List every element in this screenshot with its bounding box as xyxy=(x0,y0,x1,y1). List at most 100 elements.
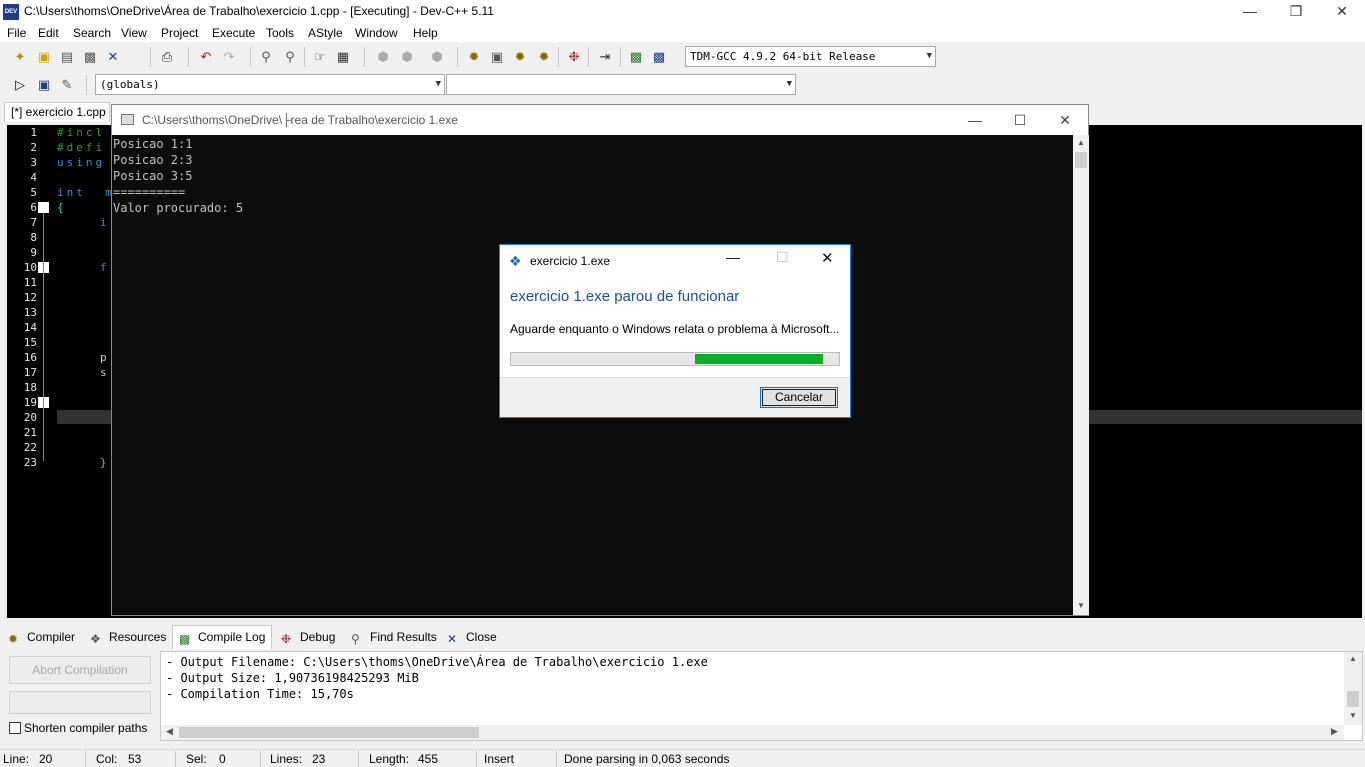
find-icon: ⚲ xyxy=(351,632,360,646)
goto-line-icon[interactable]: ☞ xyxy=(311,48,329,65)
line-number: 5 xyxy=(30,186,37,199)
menu-edit[interactable]: Edit xyxy=(38,26,59,40)
dialog-maximize-button[interactable]: ☐ xyxy=(776,249,789,266)
run-icon[interactable]: ▣ xyxy=(488,48,506,65)
status-length-value: 455 xyxy=(418,752,439,766)
status-bar: Line: 20 Col: 53 Sel: 0 Lines: 23 Length… xyxy=(0,749,1365,767)
dialog-close-button[interactable]: ✕ xyxy=(821,249,834,267)
debug-icon[interactable]: ❉ xyxy=(565,48,583,65)
checkbox-box[interactable] xyxy=(9,722,21,734)
profile-icon[interactable]: ⇥ xyxy=(596,48,614,65)
log-hscrollbar[interactable]: ◀ ▶ xyxy=(161,725,1344,740)
tab-find-results[interactable]: ⚲ Find Results xyxy=(351,627,437,648)
paint-icon[interactable]: ✎ xyxy=(58,76,76,93)
line-number: 12 xyxy=(23,291,37,304)
bookmark-icon[interactable]: ⬢ xyxy=(374,48,392,65)
menu-project[interactable]: Project xyxy=(161,26,198,40)
dialog-minimize-button[interactable]: — xyxy=(726,249,740,265)
console-maximize-button[interactable]: ☐ xyxy=(997,105,1043,135)
tab-compiler[interactable]: ✹ Compiler xyxy=(8,627,75,648)
console-close-button[interactable]: ✕ xyxy=(1042,105,1088,135)
console-output-line: ========== xyxy=(113,185,186,199)
close-file-icon[interactable]: ✕ xyxy=(104,48,122,65)
scroll-thumb[interactable] xyxy=(1347,691,1359,707)
code-line-6: { xyxy=(57,201,67,214)
scroll-left-icon[interactable]: ◀ xyxy=(166,726,173,737)
open-folder-icon[interactable]: ▣ xyxy=(35,48,53,65)
replace-icon[interactable]: ⚲ xyxy=(281,48,299,65)
progress-bar xyxy=(510,352,840,366)
code-line-2: #defi xyxy=(57,141,106,154)
menu-astyle[interactable]: AStyle xyxy=(308,26,343,40)
console-minimize-button[interactable]: — xyxy=(952,105,998,135)
scope-select[interactable]: (globals) ▼ xyxy=(95,74,445,95)
code-line-16: p xyxy=(100,351,110,364)
status-lines-label: Lines: xyxy=(270,752,303,766)
fold-toggle[interactable] xyxy=(38,202,49,213)
bookmark-prev-icon[interactable]: ⬢ xyxy=(428,48,446,65)
abort-compilation-button[interactable]: Abort Compilation xyxy=(9,656,151,684)
stop-icon[interactable]: ▩ xyxy=(650,48,668,65)
scroll-right-icon[interactable]: ▶ xyxy=(1331,726,1338,737)
compile-run-icon[interactable]: ✹ xyxy=(511,48,529,65)
save-icon[interactable]: ▤ xyxy=(58,48,76,65)
check-syntax-icon[interactable]: ▩ xyxy=(627,48,645,65)
save-all-icon[interactable]: ▩ xyxy=(81,48,99,65)
book-icon[interactable]: ▣ xyxy=(35,76,53,93)
menu-bar: File Edit Search View Project Execute To… xyxy=(0,24,1365,42)
cancel-button[interactable]: Cancelar xyxy=(760,387,838,408)
shorten-paths-checkbox[interactable]: Shorten compiler paths xyxy=(9,721,147,735)
status-lines-value: 23 xyxy=(312,752,326,766)
scroll-up-icon[interactable]: ▲ xyxy=(1349,654,1357,663)
menu-tools[interactable]: Tools xyxy=(266,26,294,40)
tab-close[interactable]: ✕ Close xyxy=(447,627,497,648)
line-number: 18 xyxy=(23,381,37,394)
line-number: 6 xyxy=(30,201,37,214)
menu-help[interactable]: Help xyxy=(413,26,438,40)
log-vscrollbar[interactable]: ▲ ▼ xyxy=(1344,652,1362,725)
rebuild-icon[interactable]: ✹ xyxy=(535,48,553,65)
line-number: 21 xyxy=(23,426,37,439)
line-number: 16 xyxy=(23,351,37,364)
undo-icon[interactable]: ↶ xyxy=(197,48,215,65)
dialog-title: exercicio 1.exe xyxy=(530,254,611,268)
menu-view[interactable]: View xyxy=(121,26,147,40)
compile-icon[interactable]: ✹ xyxy=(465,48,483,65)
compiler-select[interactable]: TDM-GCC 4.9.2 64-bit Release ▼ xyxy=(685,46,936,67)
restore-button[interactable]: ❐ xyxy=(1273,0,1319,24)
line-number: 14 xyxy=(23,321,37,334)
member-select[interactable]: ▼ xyxy=(446,74,796,95)
scroll-down-icon[interactable]: ▼ xyxy=(1077,601,1085,610)
error-dialog[interactable]: ❖ exercicio 1.exe — ☐ ✕ exercicio 1.exe … xyxy=(499,244,851,418)
tab-resources[interactable]: ❖ Resources xyxy=(90,627,166,648)
log-line: - Compilation Time: 15,70s xyxy=(166,687,354,701)
menu-execute[interactable]: Execute xyxy=(212,26,255,40)
console-scrollbar[interactable]: ▲ ▼ xyxy=(1073,135,1089,615)
play-icon[interactable]: ▷ xyxy=(11,76,29,93)
tab-label: Resources xyxy=(109,630,167,644)
line-number: 19 xyxy=(23,396,37,409)
scroll-thumb[interactable] xyxy=(1075,152,1087,168)
minimize-button[interactable]: — xyxy=(1227,0,1273,24)
scroll-thumb[interactable] xyxy=(179,727,479,738)
menu-window[interactable]: Window xyxy=(355,26,398,40)
menu-search[interactable]: Search xyxy=(73,26,111,40)
shorten-paths-label: Shorten compiler paths xyxy=(24,721,148,735)
tab-compile-log[interactable]: ▩ Compile Log xyxy=(172,625,273,649)
redo-icon[interactable]: ↷ xyxy=(220,48,238,65)
close-button[interactable]: ✕ xyxy=(1319,0,1365,24)
bookmark-next-icon[interactable]: ⬢ xyxy=(398,48,416,65)
app-error-icon: ❖ xyxy=(509,253,522,269)
tab-debug[interactable]: ❉ Debug xyxy=(281,627,335,648)
find-icon[interactable]: ⚲ xyxy=(257,48,275,65)
compile-log[interactable]: - Output Filename: C:\Users\thoms\OneDri… xyxy=(160,651,1363,741)
indent-icon[interactable]: ▦ xyxy=(334,48,352,65)
new-file-icon[interactable]: ✦ xyxy=(11,48,29,65)
scroll-up-icon[interactable]: ▲ xyxy=(1077,138,1085,147)
status-mode: Insert xyxy=(484,752,515,766)
print-icon[interactable]: ⎙ xyxy=(158,48,176,65)
scroll-down-icon[interactable]: ▼ xyxy=(1349,711,1357,720)
status-col-label: Col: xyxy=(96,752,118,766)
menu-file[interactable]: File xyxy=(7,26,26,40)
tab-exercicio-cpp[interactable]: [*] exercicio 1.cpp xyxy=(4,102,110,122)
